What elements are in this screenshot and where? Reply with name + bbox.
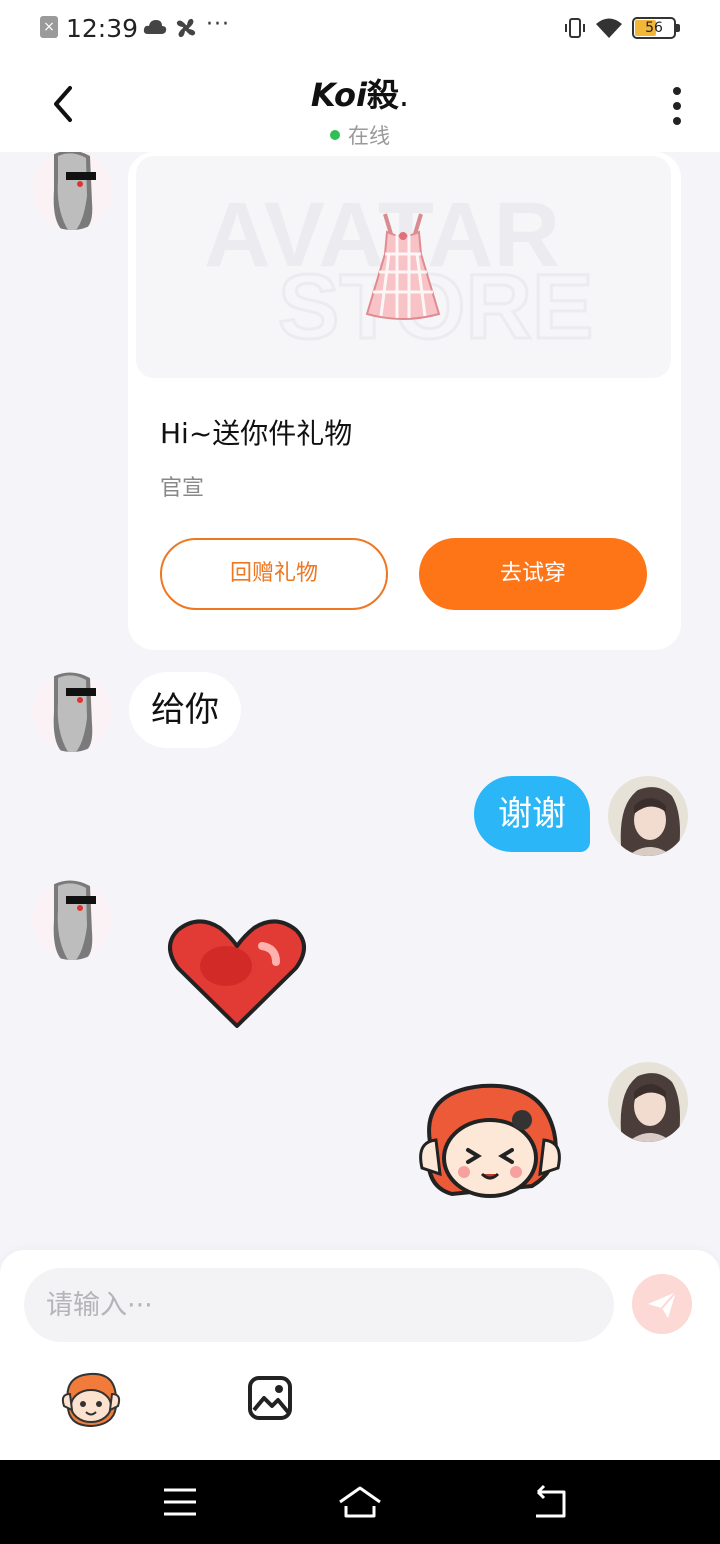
contact-name-latin: Koi <box>310 76 367 114</box>
chat-header: Koi殺. 在线 <box>0 58 720 152</box>
status-time: 12:39 <box>66 14 139 43</box>
partner-avatar[interactable] <box>32 672 112 752</box>
battery-tip <box>676 24 680 32</box>
online-status: 在线 <box>0 120 720 150</box>
contact-name-tail: . <box>398 76 410 114</box>
menu-icon[interactable] <box>160 1482 200 1522</box>
contact-name-cjk: 殺 <box>366 76 399 114</box>
wifi-icon <box>596 18 622 38</box>
system-nav-bar <box>0 1460 720 1544</box>
gift-subtitle: 官宣 <box>160 476 205 501</box>
notification-icon: × <box>40 16 58 38</box>
input-bar <box>0 1250 720 1460</box>
sticker-icon[interactable] <box>60 1368 122 1430</box>
return-gift-button[interactable]: 回赠礼物 <box>160 538 388 610</box>
back-icon[interactable] <box>530 1482 570 1522</box>
gift-image[interactable]: AVATAR STORE <box>136 156 671 378</box>
gift-card[interactable]: AVATAR STORE Hi~送你件礼物 官宣 回赠礼物 去试穿 <box>128 152 681 650</box>
battery-indicator: 56 <box>632 17 680 39</box>
more-notifications-icon: ··· <box>206 12 230 37</box>
battery-level: 56 <box>645 20 663 36</box>
incoming-message[interactable]: 给你 <box>129 672 241 748</box>
my-avatar[interactable] <box>608 776 688 856</box>
outgoing-message[interactable]: 谢谢 <box>474 776 590 852</box>
more-options-icon[interactable] <box>672 86 682 126</box>
heart-sticker[interactable] <box>164 916 310 1032</box>
partner-avatar[interactable] <box>32 152 112 230</box>
home-icon[interactable] <box>336 1482 384 1522</box>
cartoon-sticker[interactable] <box>412 1082 568 1206</box>
chat-title-area: Koi殺. 在线 <box>0 70 720 150</box>
fan-icon <box>176 18 196 38</box>
image-icon[interactable] <box>246 1374 294 1422</box>
cloud-icon <box>143 20 167 34</box>
chat-messages: AVATAR STORE Hi~送你件礼物 官宣 回赠礼物 去试穿 给你 谢谢 <box>0 152 720 1252</box>
online-status-text: 在线 <box>348 124 390 148</box>
vibrate-icon <box>565 18 585 38</box>
online-dot <box>330 130 340 140</box>
partner-avatar[interactable] <box>32 880 112 960</box>
status-bar: × 12:39 ··· 56 <box>0 0 720 58</box>
send-icon[interactable] <box>632 1274 692 1334</box>
gift-title: Hi~送你件礼物 <box>160 417 353 450</box>
my-avatar[interactable] <box>608 1062 688 1142</box>
contact-name: Koi殺. <box>0 70 720 116</box>
dress-icon <box>365 213 441 320</box>
message-input[interactable] <box>24 1268 614 1342</box>
try-on-button[interactable]: 去试穿 <box>419 538 647 610</box>
